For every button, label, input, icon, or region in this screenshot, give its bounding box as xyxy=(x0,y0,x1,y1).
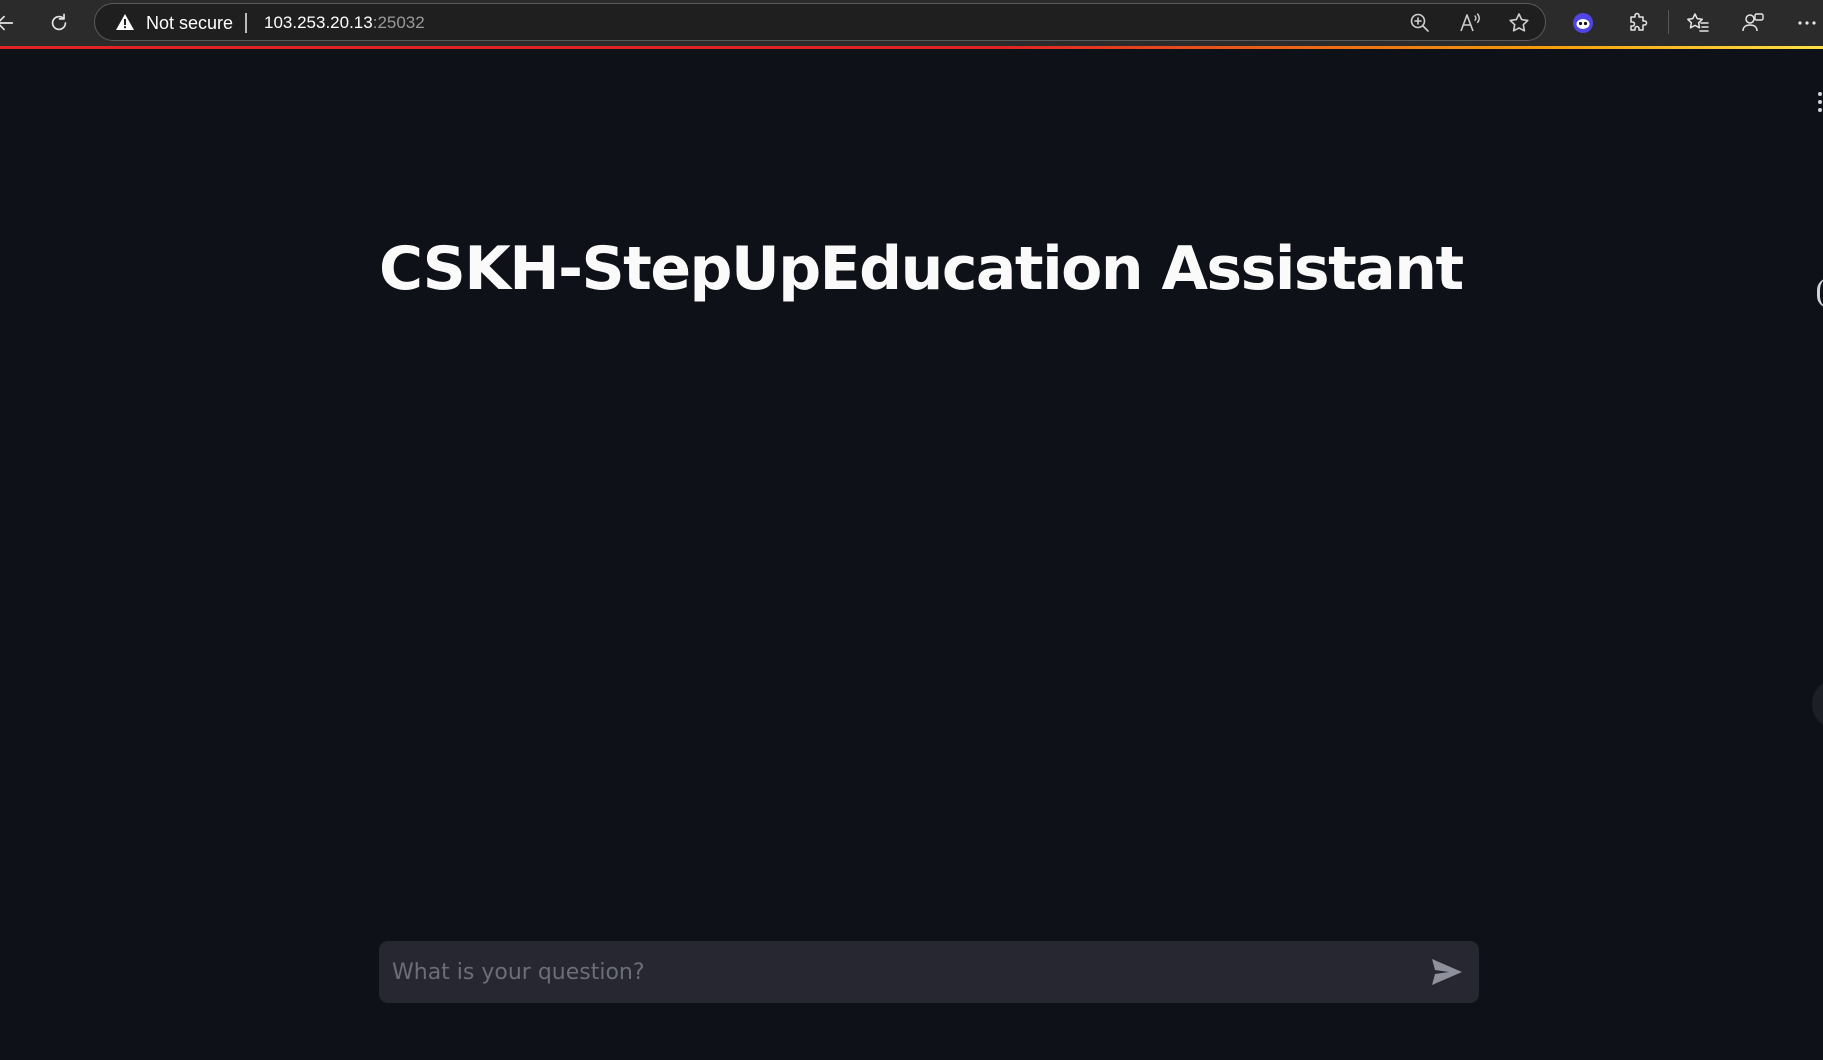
refresh-button[interactable] xyxy=(42,6,76,40)
address-divider xyxy=(245,13,247,33)
favorite-button[interactable] xyxy=(1507,11,1531,35)
profile-icon xyxy=(1742,13,1764,32)
read-aloud-button[interactable] xyxy=(1458,11,1482,35)
page-title: CSKH-StepUpEducation Assistant xyxy=(379,234,1464,304)
back-button[interactable] xyxy=(0,6,22,40)
security-status-label[interactable]: Not secure xyxy=(146,13,233,33)
favorites-button[interactable] xyxy=(1683,8,1713,38)
extensions-button[interactable] xyxy=(1623,8,1653,38)
extension-face-button[interactable] xyxy=(1568,8,1598,38)
send-icon xyxy=(1432,959,1462,985)
favorites-icon xyxy=(1687,13,1709,32)
more-button[interactable] xyxy=(1792,8,1822,38)
page-loading-accent-line xyxy=(0,46,1823,49)
chat-input-container xyxy=(379,941,1479,1003)
send-button[interactable] xyxy=(1429,955,1465,989)
url-text[interactable]: 103.253.20.13:25032 xyxy=(264,13,425,33)
profile-button[interactable] xyxy=(1738,8,1768,38)
warning-icon[interactable] xyxy=(115,13,135,31)
edge-scroll-button[interactable] xyxy=(1812,678,1823,730)
back-icon xyxy=(0,15,14,31)
browser-toolbar: Not secure 103.253.20.13:25032 xyxy=(0,0,1823,46)
read-aloud-icon xyxy=(1460,13,1480,32)
url-host: 103.253.20.13 xyxy=(264,13,373,32)
zoom-icon xyxy=(1410,13,1429,32)
chat-input[interactable] xyxy=(392,941,1402,1003)
extension-face-icon xyxy=(1573,13,1593,33)
refresh-icon xyxy=(51,13,67,31)
url-port: :25032 xyxy=(372,13,425,32)
more-icon xyxy=(1798,21,1816,25)
toolbar-divider xyxy=(1668,10,1669,34)
extensions-puzzle-icon xyxy=(1630,12,1648,31)
favorite-star-icon xyxy=(1509,13,1529,32)
address-bar[interactable]: Not secure 103.253.20.13:25032 xyxy=(94,3,1546,41)
edge-widget[interactable] xyxy=(1817,278,1823,308)
main-menu-icon[interactable] xyxy=(1814,88,1823,116)
zoom-button[interactable] xyxy=(1408,11,1432,35)
